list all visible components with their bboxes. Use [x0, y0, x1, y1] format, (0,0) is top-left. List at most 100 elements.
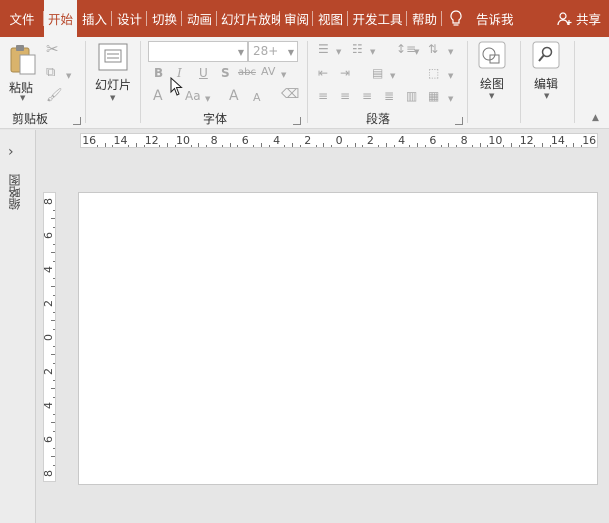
ruler-tick [229, 143, 231, 147]
share-button[interactable]: 共享 [557, 0, 601, 37]
drawing-group[interactable]: 绘图 ▼ [468, 37, 518, 129]
tab-view-label: 视图 [317, 12, 343, 27]
smartart-icon[interactable]: ▦ [428, 89, 439, 103]
change-case-button[interactable]: Aa [185, 89, 201, 103]
tab-help[interactable]: 帮助 [407, 0, 442, 37]
paste-button[interactable]: 粘贴 ▼ [6, 41, 40, 102]
ruler-label: 6 [241, 134, 249, 147]
numbering-icon[interactable]: ☷ [352, 42, 363, 56]
ruler-tick [53, 277, 55, 279]
font-size-combo[interactable]: 28+ ▼ [248, 41, 298, 62]
tab-design[interactable]: 设计 [112, 0, 147, 37]
expand-thumbnails-button[interactable]: › [8, 144, 14, 160]
decrease-indent-icon[interactable]: ⇤ [318, 66, 328, 80]
ruler-tick [51, 320, 55, 321]
tab-file[interactable]: 文件 [0, 0, 44, 37]
ruler-tick [378, 145, 380, 147]
text-direction-icon[interactable]: ⇅ [428, 42, 438, 56]
tab-home[interactable]: 开始 [44, 0, 77, 37]
bullets-icon[interactable]: ☰ [318, 42, 329, 56]
new-slide-label: 幻灯片 [95, 78, 132, 92]
align-left-icon[interactable]: ≡ [318, 89, 328, 103]
ruler-label: 2 [42, 368, 55, 375]
font-size-value: 28+ [253, 44, 279, 58]
collapse-ribbon-icon[interactable]: ▲ [592, 113, 599, 123]
ruler-label: 16 [582, 134, 597, 147]
ruler-tick [53, 447, 55, 449]
grow-font-button[interactable]: A [229, 89, 239, 103]
lightbulb-icon[interactable] [442, 0, 470, 37]
tab-review[interactable]: 审阅 [280, 0, 313, 37]
ruler-tick [53, 260, 55, 262]
ruler-tick [198, 143, 200, 147]
shapes-icon [478, 41, 506, 69]
font-name-combo[interactable]: ▼ [148, 41, 248, 62]
ruler-tick [417, 143, 419, 147]
tab-view[interactable]: 视图 [313, 0, 348, 37]
editing-label: 编辑 [534, 77, 559, 91]
bold-button[interactable]: B [154, 66, 163, 80]
align-text-icon[interactable]: ⬚ [428, 66, 439, 80]
chevron-down-icon: ▼ [448, 95, 454, 103]
ruler-tick [456, 145, 458, 147]
ruler-tick [299, 145, 301, 147]
paragraph-launcher-icon[interactable] [455, 117, 463, 125]
clear-formatting-icon[interactable]: ⌫ [281, 88, 299, 102]
distributed-icon[interactable]: ▥ [406, 89, 417, 103]
group-divider [574, 41, 575, 123]
underline-button[interactable]: U [199, 66, 208, 80]
vertical-ruler: 8 6 4 2 0 2 4 6 8 [42, 192, 56, 482]
strikethrough-button[interactable]: abc [238, 66, 256, 80]
cut-icon[interactable]: ✂ [46, 42, 59, 57]
new-slide-icon [98, 43, 128, 71]
ruler-tick [331, 145, 333, 147]
format-painter-icon[interactable]: 🖌 [46, 89, 63, 103]
chevron-down-icon: ▼ [390, 72, 396, 80]
new-slide-button[interactable]: 幻灯片 ▼ [92, 41, 134, 103]
font-launcher-icon[interactable] [293, 117, 301, 125]
ruler-tick [362, 145, 364, 147]
align-center-icon[interactable]: ≡ [340, 89, 350, 103]
font-color-button[interactable]: A [153, 89, 163, 103]
justify-icon[interactable]: ≣ [384, 89, 394, 103]
chevron-down-icon: ▼ [448, 48, 454, 56]
chevron-down-icon: ▼ [110, 94, 116, 102]
ruler-label: 12 [519, 134, 534, 147]
tell-me-search[interactable]: 告诉我 [470, 0, 520, 37]
ruler-label: 16 [82, 134, 97, 147]
ruler-tick [53, 396, 55, 398]
ruler-tick [159, 145, 161, 147]
shrink-font-button[interactable]: A [253, 91, 261, 105]
thumbnail-pane-label[interactable]: 缩略图 [6, 174, 23, 210]
ruler-tick [284, 145, 286, 147]
copy-icon[interactable]: ⧉ [46, 66, 55, 80]
ruler-tick [53, 311, 55, 313]
clipboard-group: 粘贴 ▼ ✂ ⧉ ▼ 🖌 剪贴板 [0, 37, 84, 129]
shadow-button[interactable]: S [221, 66, 230, 80]
ruler-label: 8 [42, 198, 55, 205]
tab-slideshow[interactable]: 幻灯片放映 [217, 0, 280, 37]
chevron-down-icon: ▼ [448, 72, 454, 80]
ruler-tick [221, 145, 223, 147]
character-spacing-button[interactable]: AV [261, 65, 275, 79]
ruler-label: 8 [460, 134, 468, 147]
tab-transitions[interactable]: 切换 [147, 0, 182, 37]
editing-group[interactable]: 编辑 ▼ [521, 37, 573, 129]
chevron-down-icon[interactable]: ▼ [66, 69, 71, 83]
tab-developer[interactable]: 开发工具 [348, 0, 407, 37]
align-right-icon[interactable]: ≡ [362, 89, 372, 103]
ruler-label: 4 [42, 402, 55, 409]
ruler-tick [53, 328, 55, 330]
slides-group: 幻灯片 ▼ [86, 37, 138, 129]
ruler-tick [534, 145, 536, 147]
columns-icon[interactable]: ▤ [372, 66, 383, 80]
increase-indent-icon[interactable]: ⇥ [340, 66, 350, 80]
tab-animations[interactable]: 动画 [182, 0, 217, 37]
tab-insert[interactable]: 插入 [77, 0, 112, 37]
ruler-tick [440, 145, 442, 147]
ruler-label: 14 [113, 134, 128, 147]
font-group: ▼ 28+ ▼ B I U S abc AV ▼ A Aa ▼ A A ⌫ 字体 [141, 37, 305, 129]
slide-canvas[interactable] [78, 192, 598, 485]
ruler-tick [51, 456, 55, 457]
clipboard-launcher-icon[interactable] [73, 117, 81, 125]
